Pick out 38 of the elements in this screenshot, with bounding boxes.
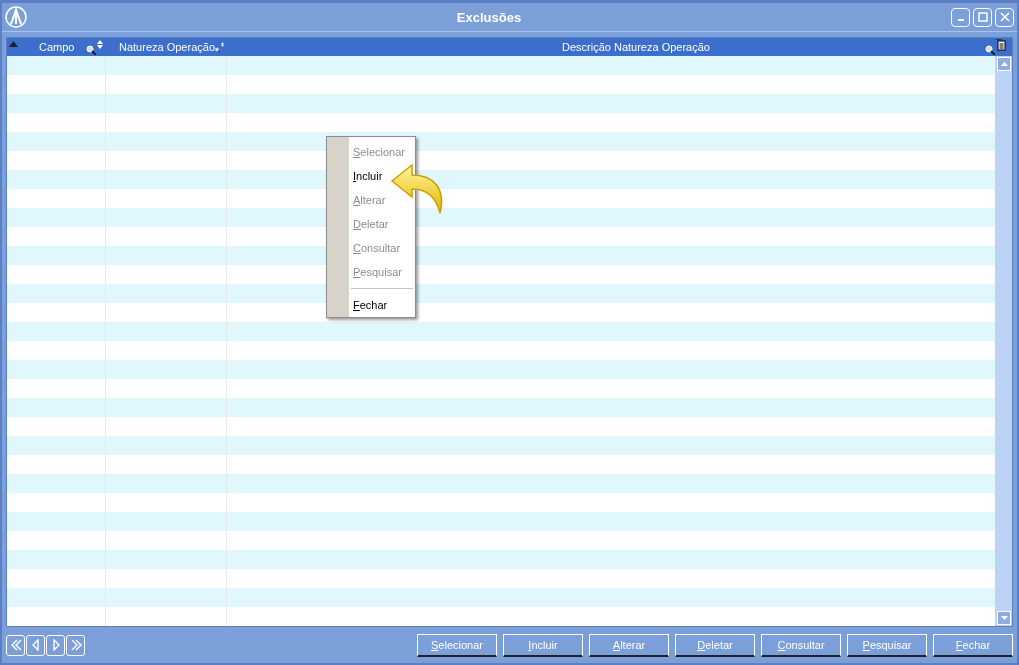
- next-page-button[interactable]: [46, 634, 65, 656]
- maximize-icon: [977, 12, 988, 22]
- logo-icon: [5, 6, 27, 28]
- minimize-button[interactable]: [951, 7, 970, 27]
- search-icon: [215, 45, 220, 55]
- scroll-down-button[interactable]: [997, 611, 1011, 625]
- scrollbar[interactable]: [995, 56, 1012, 626]
- menu-item[interactable]: Fechar: [349, 293, 388, 317]
- action-button[interactable]: Incluir: [503, 633, 583, 657]
- minimize-icon: [957, 19, 964, 21]
- arrow-up-icon: [1000, 62, 1008, 66]
- action-button[interactable]: Alterar: [589, 633, 669, 657]
- close-button[interactable]: [995, 7, 1014, 27]
- action-button[interactable]: Selecionar: [417, 633, 497, 657]
- sort-up-icon: [9, 41, 18, 47]
- arrow-down-icon: [1000, 616, 1008, 620]
- window-title: Exclusões: [455, 9, 523, 25]
- double-right-icon: [69, 639, 82, 651]
- sort-arrows-icon: [97, 39, 103, 49]
- search-icon: [86, 45, 96, 55]
- sort-arrows-icon: [221, 39, 224, 49]
- action-button[interactable]: Consultar: [761, 633, 841, 657]
- action-button[interactable]: Pesquisar: [847, 633, 927, 657]
- menu-item[interactable]: Incluir: [349, 164, 383, 188]
- last-page-button[interactable]: [66, 634, 85, 656]
- first-page-button[interactable]: [6, 634, 25, 656]
- close-icon: [999, 12, 1010, 22]
- scroll-up-button[interactable]: [997, 57, 1011, 71]
- action-button[interactable]: Deletar: [675, 633, 755, 657]
- double-left-icon: [9, 639, 22, 651]
- maximize-button[interactable]: [973, 7, 992, 27]
- column-header[interactable]: Natureza Operação: [119, 41, 215, 53]
- action-button[interactable]: Fechar: [933, 633, 1013, 657]
- previous-page-button[interactable]: [26, 634, 45, 656]
- column-header[interactable]: Campo: [39, 41, 75, 53]
- column-header[interactable]: Descrição Natureza Operação: [502, 41, 710, 53]
- column-chooser-icon: [996, 39, 1006, 51]
- search-icon: [985, 45, 995, 55]
